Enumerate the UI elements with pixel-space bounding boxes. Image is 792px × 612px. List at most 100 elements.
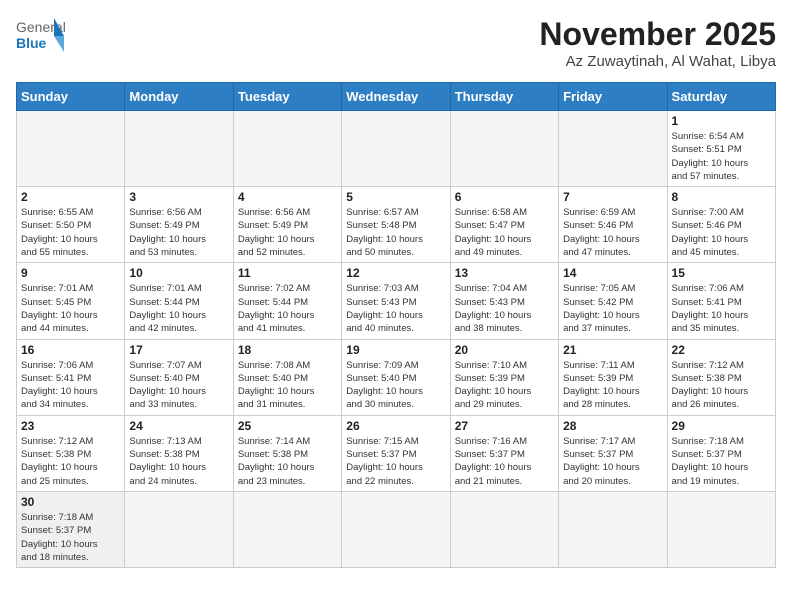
calendar-cell: 16Sunrise: 7:06 AM Sunset: 5:41 PM Dayli…	[17, 339, 125, 415]
calendar-cell: 5 Sunrise: 6:57 AM Sunset: 5:48 PM Daylig…	[342, 187, 450, 263]
location: Az Zuwaytinah, Al Wahat, Libya	[539, 53, 776, 70]
day-number: 13	[455, 266, 554, 280]
day-info: Sunrise: 7:17 AM Sunset: 5:37 PM Dayligh…	[563, 435, 662, 488]
calendar-cell	[342, 111, 450, 187]
day-info: Sunrise: 7:12 AM Sunset: 5:38 PM Dayligh…	[21, 435, 120, 488]
day-info: Sunrise: 6:57 AM Sunset: 5:48 PM Dayligh…	[346, 206, 445, 259]
calendar-cell: 11 Sunrise: 7:02 AM Sunset: 5:44 PM Dayli…	[233, 263, 341, 339]
calendar-cell: 15Sunrise: 7:06 AM Sunset: 5:41 PM Dayli…	[667, 263, 775, 339]
calendar-cell: 13 Sunrise: 7:04 AM Sunset: 5:43 PM Dayli…	[450, 263, 558, 339]
day-info: Sunrise: 7:10 AM Sunset: 5:39 PM Dayligh…	[455, 359, 554, 412]
calendar-row: 9Sunrise: 7:01 AM Sunset: 5:45 PM Daylig…	[17, 263, 776, 339]
weekday-header-row: SundayMondayTuesdayWednesdayThursdayFrid…	[17, 83, 776, 111]
day-number: 11	[238, 266, 337, 280]
day-info: Sunrise: 7:04 AM Sunset: 5:43 PM Dayligh…	[455, 282, 554, 335]
day-number: 21	[563, 343, 662, 357]
title-block: November 2025 Az Zuwaytinah, Al Wahat, L…	[539, 16, 776, 70]
weekday-header: Friday	[559, 83, 667, 111]
logo-container: GeneralBlue	[16, 16, 66, 56]
day-info: Sunrise: 7:11 AM Sunset: 5:39 PM Dayligh…	[563, 359, 662, 412]
day-info: Sunrise: 7:09 AM Sunset: 5:40 PM Dayligh…	[346, 359, 445, 412]
day-number: 12	[346, 266, 445, 280]
day-number: 2	[21, 190, 120, 204]
weekday-header: Monday	[125, 83, 233, 111]
calendar-cell: 29Sunrise: 7:18 AM Sunset: 5:37 PM Dayli…	[667, 415, 775, 491]
svg-text:Blue: Blue	[16, 35, 47, 51]
calendar-cell: 19Sunrise: 7:09 AM Sunset: 5:40 PM Dayli…	[342, 339, 450, 415]
calendar-cell: 4 Sunrise: 6:56 AM Sunset: 5:49 PM Daylig…	[233, 187, 341, 263]
day-number: 4	[238, 190, 337, 204]
day-number: 5	[346, 190, 445, 204]
calendar-cell: 18 Sunrise: 7:08 AM Sunset: 5:40 PM Dayli…	[233, 339, 341, 415]
calendar-cell: 28 Sunrise: 7:17 AM Sunset: 5:37 PM Dayli…	[559, 415, 667, 491]
day-number: 1	[672, 114, 771, 128]
day-number: 20	[455, 343, 554, 357]
calendar-cell: 27 Sunrise: 7:16 AM Sunset: 5:37 PM Dayli…	[450, 415, 558, 491]
calendar-cell: 12 Sunrise: 7:03 AM Sunset: 5:43 PM Dayli…	[342, 263, 450, 339]
calendar-cell: 8Sunrise: 7:00 AM Sunset: 5:46 PM Daylig…	[667, 187, 775, 263]
day-info: Sunrise: 7:18 AM Sunset: 5:37 PM Dayligh…	[21, 511, 120, 564]
day-info: Sunrise: 7:01 AM Sunset: 5:44 PM Dayligh…	[129, 282, 228, 335]
weekday-header: Sunday	[17, 83, 125, 111]
calendar-cell	[559, 491, 667, 567]
calendar-cell: 14 Sunrise: 7:05 AM Sunset: 5:42 PM Dayli…	[559, 263, 667, 339]
day-info: Sunrise: 7:12 AM Sunset: 5:38 PM Dayligh…	[672, 359, 771, 412]
calendar-row: 2 Sunrise: 6:55 AM Sunset: 5:50 PM Daylig…	[17, 187, 776, 263]
day-number: 24	[129, 419, 228, 433]
calendar-cell: 3 Sunrise: 6:56 AM Sunset: 5:49 PM Daylig…	[125, 187, 233, 263]
calendar-row: 30 Sunrise: 7:18 AM Sunset: 5:37 PM Dayli…	[17, 491, 776, 567]
day-number: 28	[563, 419, 662, 433]
day-number: 17	[129, 343, 228, 357]
day-number: 6	[455, 190, 554, 204]
day-info: Sunrise: 7:16 AM Sunset: 5:37 PM Dayligh…	[455, 435, 554, 488]
calendar-cell: 24 Sunrise: 7:13 AM Sunset: 5:38 PM Dayli…	[125, 415, 233, 491]
day-info: Sunrise: 7:02 AM Sunset: 5:44 PM Dayligh…	[238, 282, 337, 335]
day-number: 3	[129, 190, 228, 204]
day-info: Sunrise: 6:58 AM Sunset: 5:47 PM Dayligh…	[455, 206, 554, 259]
day-number: 30	[21, 495, 120, 509]
day-number: 25	[238, 419, 337, 433]
calendar-cell: 25 Sunrise: 7:14 AM Sunset: 5:38 PM Dayli…	[233, 415, 341, 491]
calendar-cell	[125, 111, 233, 187]
day-info: Sunrise: 6:55 AM Sunset: 5:50 PM Dayligh…	[21, 206, 120, 259]
day-info: Sunrise: 7:07 AM Sunset: 5:40 PM Dayligh…	[129, 359, 228, 412]
weekday-header: Saturday	[667, 83, 775, 111]
calendar-row: 1Sunrise: 6:54 AM Sunset: 5:51 PM Daylig…	[17, 111, 776, 187]
calendar-cell: 9Sunrise: 7:01 AM Sunset: 5:45 PM Daylig…	[17, 263, 125, 339]
calendar-cell: 21 Sunrise: 7:11 AM Sunset: 5:39 PM Dayli…	[559, 339, 667, 415]
calendar-cell: 23Sunrise: 7:12 AM Sunset: 5:38 PM Dayli…	[17, 415, 125, 491]
day-info: Sunrise: 7:14 AM Sunset: 5:38 PM Dayligh…	[238, 435, 337, 488]
logo-svg: GeneralBlue	[16, 16, 66, 56]
day-number: 10	[129, 266, 228, 280]
day-info: Sunrise: 7:13 AM Sunset: 5:38 PM Dayligh…	[129, 435, 228, 488]
calendar-cell: 20 Sunrise: 7:10 AM Sunset: 5:39 PM Dayli…	[450, 339, 558, 415]
calendar-cell: 7Sunrise: 6:59 AM Sunset: 5:46 PM Daylig…	[559, 187, 667, 263]
calendar-cell	[559, 111, 667, 187]
day-info: Sunrise: 7:08 AM Sunset: 5:40 PM Dayligh…	[238, 359, 337, 412]
day-number: 7	[563, 190, 662, 204]
page-header: GeneralBlue November 2025 Az Zuwaytinah,…	[16, 16, 776, 74]
day-info: Sunrise: 7:03 AM Sunset: 5:43 PM Dayligh…	[346, 282, 445, 335]
day-number: 9	[21, 266, 120, 280]
day-number: 18	[238, 343, 337, 357]
day-number: 26	[346, 419, 445, 433]
day-info: Sunrise: 7:05 AM Sunset: 5:42 PM Dayligh…	[563, 282, 662, 335]
calendar-cell	[233, 111, 341, 187]
weekday-header: Tuesday	[233, 83, 341, 111]
day-number: 14	[563, 266, 662, 280]
calendar-row: 16Sunrise: 7:06 AM Sunset: 5:41 PM Dayli…	[17, 339, 776, 415]
calendar-cell: 17 Sunrise: 7:07 AM Sunset: 5:40 PM Dayli…	[125, 339, 233, 415]
day-number: 22	[672, 343, 771, 357]
calendar-cell: 30 Sunrise: 7:18 AM Sunset: 5:37 PM Dayli…	[17, 491, 125, 567]
calendar-cell	[342, 491, 450, 567]
day-info: Sunrise: 7:18 AM Sunset: 5:37 PM Dayligh…	[672, 435, 771, 488]
day-info: Sunrise: 6:56 AM Sunset: 5:49 PM Dayligh…	[238, 206, 337, 259]
weekday-header: Wednesday	[342, 83, 450, 111]
day-number: 27	[455, 419, 554, 433]
calendar-row: 23Sunrise: 7:12 AM Sunset: 5:38 PM Dayli…	[17, 415, 776, 491]
calendar-cell: 10 Sunrise: 7:01 AM Sunset: 5:44 PM Dayli…	[125, 263, 233, 339]
calendar-cell	[125, 491, 233, 567]
calendar-cell: 2 Sunrise: 6:55 AM Sunset: 5:50 PM Daylig…	[17, 187, 125, 263]
day-info: Sunrise: 6:56 AM Sunset: 5:49 PM Dayligh…	[129, 206, 228, 259]
day-info: Sunrise: 7:15 AM Sunset: 5:37 PM Dayligh…	[346, 435, 445, 488]
